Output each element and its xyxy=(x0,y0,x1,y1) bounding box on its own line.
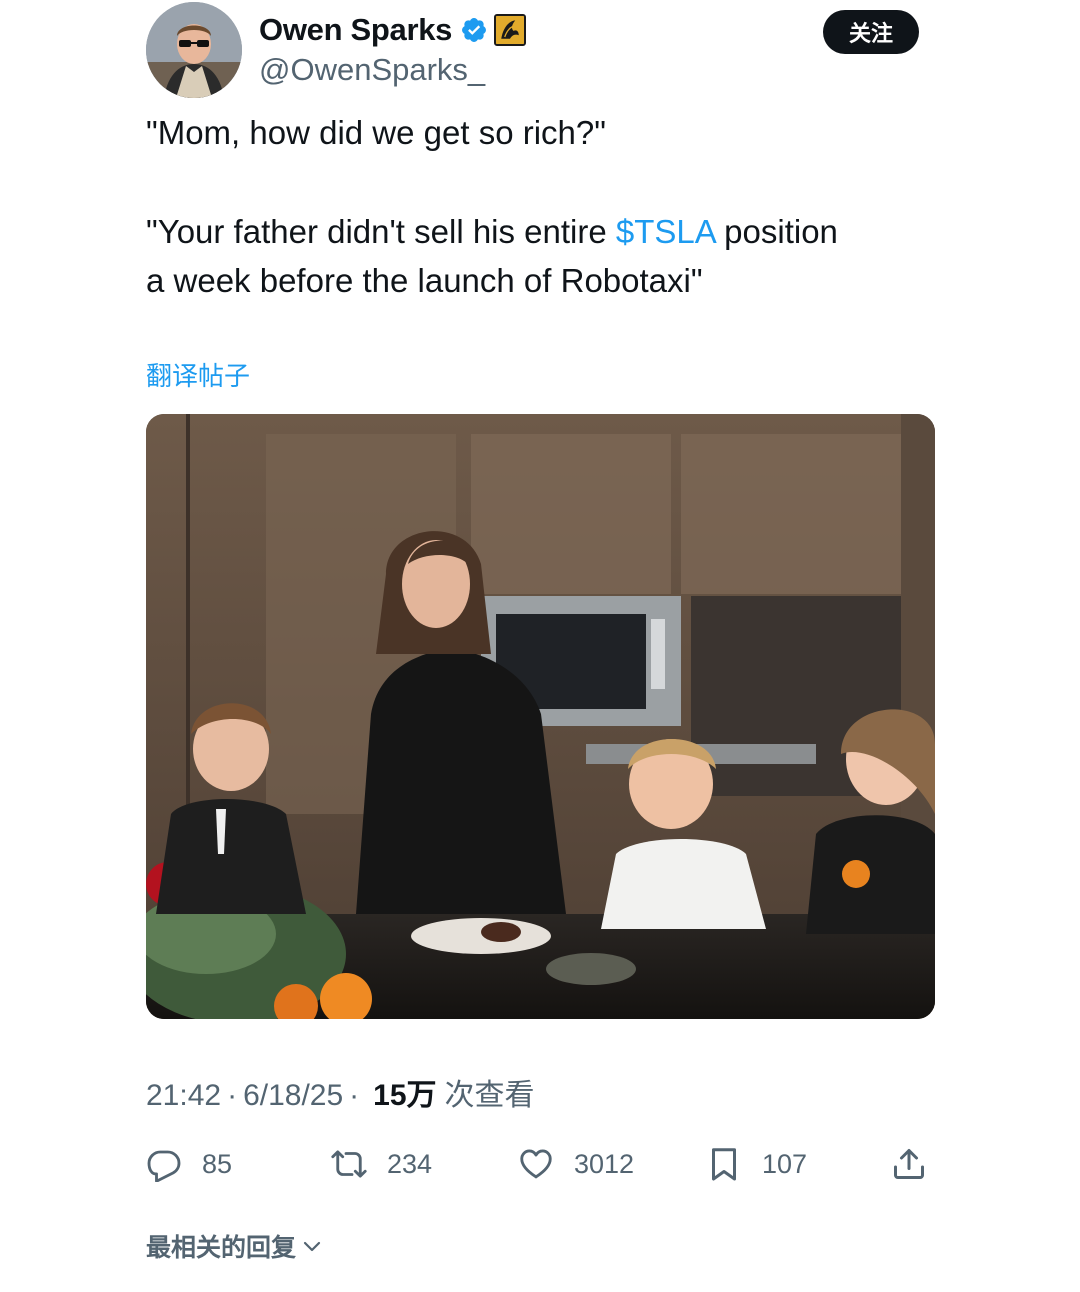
like-count: 3012 xyxy=(574,1148,635,1179)
affiliate-badge-icon[interactable] xyxy=(494,14,527,46)
author-name-row[interactable]: Owen Sparks xyxy=(259,12,527,48)
reply-icon xyxy=(147,1150,181,1182)
tweet-text-segment: "Your father didn't sell his entire xyxy=(146,213,616,250)
reply-count: 85 xyxy=(202,1148,233,1179)
views-label: 次查看 xyxy=(444,1078,535,1113)
tweet-text-line-2: "Your father didn't sell his entire $TSL… xyxy=(146,207,838,257)
replies-sort-label: 最相关的回复 xyxy=(146,1233,297,1262)
verified-badge-icon[interactable] xyxy=(460,16,488,44)
reply-button[interactable]: 85 xyxy=(146,1140,232,1188)
repost-icon xyxy=(331,1150,367,1178)
share-button[interactable] xyxy=(891,1140,927,1188)
tweet-time[interactable]: 21:42 xyxy=(146,1079,221,1113)
replies-sort-dropdown[interactable]: 最相关的回复 xyxy=(146,1228,324,1264)
share-icon xyxy=(894,1149,924,1179)
repost-button[interactable]: 234 xyxy=(331,1140,432,1188)
bookmark-button[interactable]: 107 xyxy=(706,1140,807,1188)
action-bar: 85 234 3012 107 xyxy=(146,1140,936,1188)
meta-separator: · xyxy=(227,1079,238,1112)
cashtag-link[interactable]: $TSLA xyxy=(616,213,715,250)
tweet-text-line-3: a week before the launch of Robotaxi" xyxy=(146,262,703,299)
heart-icon xyxy=(520,1149,552,1179)
tweet-detail: Owen Sparks @OwenSparks_ 关注 "Mom, how di… xyxy=(0,0,1080,1292)
translate-post-link[interactable]: 翻译帖子 xyxy=(146,356,250,393)
repost-count: 234 xyxy=(387,1148,433,1179)
tweet-text-segment: position xyxy=(714,213,838,250)
follow-button[interactable]: 关注 xyxy=(823,10,919,54)
chevron-down-icon xyxy=(303,1241,321,1252)
meta-separator: · xyxy=(349,1079,360,1112)
author-display-name[interactable]: Owen Sparks xyxy=(259,12,452,48)
like-button[interactable]: 3012 xyxy=(518,1140,634,1188)
author-handle[interactable]: @OwenSparks_ xyxy=(259,52,485,88)
tweet-text-line-1: "Mom, how did we get so rich?" xyxy=(146,114,606,151)
tweet-media-photo[interactable] xyxy=(146,414,935,1019)
tweet-meta: 21:42 · 6/18/25 · 15万 次查看 xyxy=(146,1070,535,1114)
avatar-image xyxy=(146,2,242,98)
bookmark-count: 107 xyxy=(762,1148,808,1179)
bookmark-icon xyxy=(712,1148,736,1181)
avatar[interactable] xyxy=(146,2,242,98)
views-count: 15万 xyxy=(373,1079,437,1112)
tweet-date[interactable]: 6/18/25 xyxy=(243,1079,343,1113)
